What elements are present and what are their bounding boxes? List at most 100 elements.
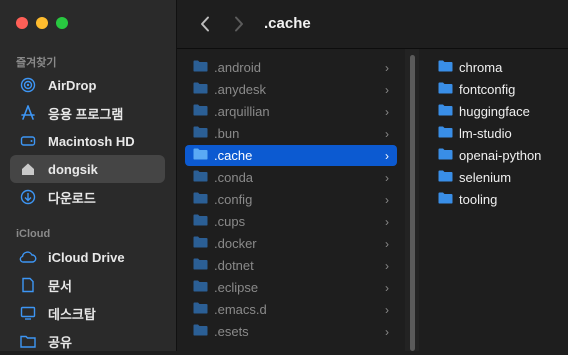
- sidebar-item-label: 다운로드: [48, 190, 96, 206]
- folder-icon: [193, 126, 208, 141]
- folder-row[interactable]: chroma: [438, 57, 502, 78]
- folder-name: .esets: [214, 324, 249, 339]
- folder-name: tooling: [459, 192, 498, 207]
- folder-name: .arquillian: [214, 104, 270, 119]
- document-icon: [18, 275, 38, 295]
- sidebar-item-applications[interactable]: 응용 프로그램: [10, 99, 165, 127]
- chevron-right-icon: ›: [385, 214, 389, 229]
- sidebar-item-label: 공유: [48, 334, 72, 350]
- chevron-right-icon: ›: [385, 236, 389, 251]
- folder-icon: [438, 192, 453, 207]
- folder-icon: [193, 104, 208, 119]
- folder-row[interactable]: .eclipse ›: [185, 277, 397, 298]
- folder-row[interactable]: huggingface: [438, 101, 530, 122]
- folder-row[interactable]: openai-python: [438, 145, 541, 166]
- chevron-right-icon: ›: [385, 104, 389, 119]
- forward-button[interactable]: [227, 12, 251, 36]
- folder-row[interactable]: .cache ›: [185, 145, 397, 166]
- folder-row[interactable]: .dotnet ›: [185, 255, 397, 276]
- sidebar-item-downloads[interactable]: 다운로드: [10, 183, 165, 211]
- folder-row[interactable]: .docker ›: [185, 233, 397, 254]
- minimize-button[interactable]: [36, 17, 48, 29]
- sidebar-item-airdrop[interactable]: AirDrop: [10, 71, 165, 99]
- folder-row[interactable]: .config ›: [185, 189, 397, 210]
- column-divider[interactable]: [405, 49, 419, 351]
- sidebar-item-label: 데스크탑: [48, 306, 96, 322]
- folder-icon: [193, 324, 208, 339]
- folder-name: fontconfig: [459, 82, 516, 97]
- folder-row[interactable]: .esets ›: [185, 321, 397, 342]
- sidebar-item-macintosh-hd[interactable]: Macintosh HD: [10, 127, 165, 155]
- sidebar-item-dongsik[interactable]: dongsik: [10, 155, 165, 183]
- folder-row[interactable]: .emacs.d ›: [185, 299, 397, 320]
- sidebar-item-label: 문서: [48, 278, 72, 294]
- toolbar: .cache: [177, 0, 568, 49]
- folder-name: .docker: [214, 236, 257, 251]
- sidebar-item-label: AirDrop: [48, 77, 97, 93]
- column-view-2: chroma fontconfig huggingface lm-studio open…: [420, 49, 568, 351]
- airdrop-icon: [18, 75, 38, 95]
- icloud-icon: [18, 247, 38, 267]
- downloads-icon: [18, 187, 38, 207]
- folder-icon: [193, 148, 208, 163]
- folder-name: .conda: [214, 170, 254, 185]
- folder-name: chroma: [459, 60, 503, 75]
- sidebar-item-icloud-drive[interactable]: iCloud Drive: [10, 243, 165, 271]
- sidebar-item-documents[interactable]: 문서: [10, 271, 165, 299]
- folder-icon: [438, 148, 453, 163]
- chevron-right-icon: ›: [385, 192, 389, 207]
- sidebar-item-desktop[interactable]: 데스크탑: [10, 299, 165, 327]
- folder-row[interactable]: .conda ›: [185, 167, 397, 188]
- folder-name: openai-python: [459, 148, 542, 163]
- folder-row[interactable]: lm-studio: [438, 123, 512, 144]
- zoom-button[interactable]: [56, 17, 68, 29]
- folder-icon: [193, 192, 208, 207]
- scrollbar-thumb[interactable]: [410, 55, 415, 351]
- chevron-right-icon: ›: [385, 258, 389, 273]
- folder-name: .config: [214, 192, 253, 207]
- folder-icon: [193, 214, 208, 229]
- folder-icon: [193, 170, 208, 185]
- icloud-section-title: iCloud: [16, 228, 51, 240]
- applications-icon: [18, 103, 38, 123]
- folder-row[interactable]: tooling: [438, 189, 497, 210]
- chevron-right-icon: ›: [385, 82, 389, 97]
- folder-row[interactable]: fontconfig: [438, 79, 515, 100]
- chevron-right-icon: ›: [385, 148, 389, 163]
- folder-name: .android: [214, 60, 261, 75]
- sidebar-item-label: Macintosh HD: [48, 133, 135, 149]
- folder-name: huggingface: [459, 104, 530, 119]
- folder-icon: [438, 170, 453, 185]
- folder-row[interactable]: .cups ›: [185, 211, 397, 232]
- column-view-1: .android › .anydesk › .arquillian › .bun › .cach…: [177, 49, 405, 351]
- folder-name: .anydesk: [214, 82, 267, 97]
- chevron-right-icon: ›: [385, 280, 389, 295]
- folder-icon: [438, 104, 453, 119]
- window-controls: [16, 17, 68, 29]
- folder-name: .cache: [214, 148, 253, 163]
- favorites-section-title: 즐겨찾기: [16, 57, 57, 69]
- folder-icon: [438, 82, 453, 97]
- folder-icon: [438, 60, 453, 75]
- folder-row[interactable]: .arquillian ›: [185, 101, 397, 122]
- folder-icon: [193, 302, 208, 317]
- sidebar-item-label: dongsik: [48, 161, 98, 177]
- back-button[interactable]: [193, 12, 217, 36]
- folder-row[interactable]: selenium: [438, 167, 511, 188]
- shared-folder-icon: [18, 331, 38, 351]
- drive-icon: [18, 131, 38, 151]
- folder-icon: [438, 126, 453, 141]
- chevron-left-icon: [201, 16, 209, 32]
- chevron-right-icon: ›: [385, 126, 389, 141]
- folder-icon: [193, 258, 208, 273]
- folder-icon: [193, 236, 208, 251]
- close-button[interactable]: [16, 17, 28, 29]
- folder-row[interactable]: .anydesk ›: [185, 79, 397, 100]
- desktop-icon: [18, 303, 38, 323]
- folder-name: lm-studio: [459, 126, 512, 141]
- chevron-right-icon: ›: [385, 324, 389, 339]
- folder-name: .cups: [214, 214, 246, 229]
- folder-row[interactable]: .android ›: [185, 57, 397, 78]
- sidebar-item-label: 응용 프로그램: [48, 106, 124, 122]
- folder-row[interactable]: .bun ›: [185, 123, 397, 144]
